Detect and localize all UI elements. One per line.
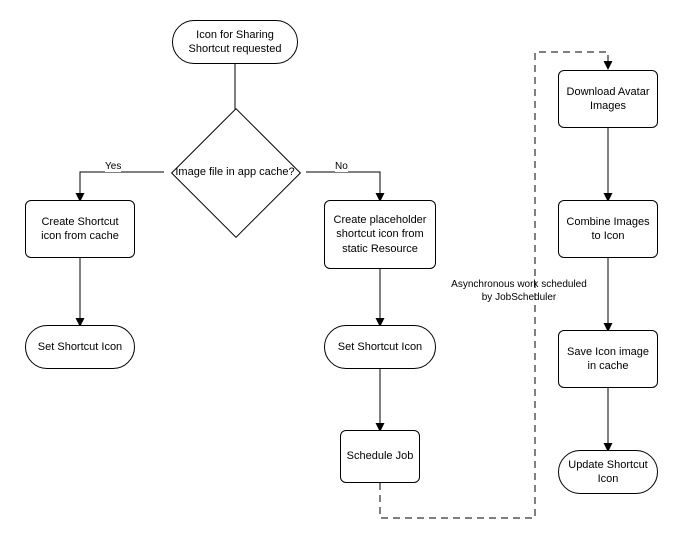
process-create-from-cache: Create Shortcut icon from cache	[25, 200, 135, 258]
decision-cache: Image file in app cache?	[164, 109, 306, 235]
decision-text: Image file in app cache?	[164, 109, 306, 235]
edge-label-no: No	[335, 161, 348, 172]
terminal-update-icon: Update Shortcut Icon	[558, 450, 658, 494]
start-node: Icon for Sharing Shortcut requested	[172, 20, 298, 64]
process-combine-images: Combine Images to Icon	[558, 200, 658, 258]
flowchart-canvas: Icon for Sharing Shortcut requested Imag…	[0, 0, 688, 556]
process-download-avatar: Download Avatar Images	[558, 70, 658, 128]
process-create-placeholder: Create placeholder shortcut icon from st…	[324, 200, 436, 269]
process-schedule-job: Schedule Job	[340, 430, 420, 483]
terminal-set-icon-left: Set Shortcut Icon	[25, 325, 135, 369]
terminal-set-icon-mid: Set Shortcut Icon	[324, 325, 436, 369]
annotation-async: Asynchronous work scheduled by JobSchedu…	[449, 278, 589, 304]
process-save-icon: Save Icon image in cache	[558, 330, 658, 388]
edge-label-yes: Yes	[105, 161, 121, 172]
